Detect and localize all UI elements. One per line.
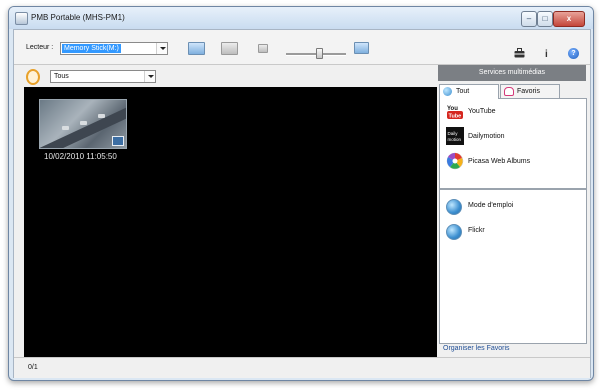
item-count: 0/1 bbox=[28, 364, 38, 371]
zoom-slider-thumb[interactable] bbox=[316, 48, 323, 59]
tab-favoris[interactable]: Favoris bbox=[500, 84, 560, 99]
service-label: YouTube bbox=[468, 108, 496, 115]
maximize-icon: □ bbox=[542, 14, 548, 23]
service-youtube[interactable]: You Tube YouTube bbox=[446, 102, 581, 124]
small-thumbnail-icon[interactable] bbox=[258, 44, 268, 53]
filter-selected-value: Tous bbox=[54, 73, 69, 80]
minimize-icon: – bbox=[526, 14, 532, 23]
service-label: Picasa Web Albums bbox=[468, 158, 531, 165]
svg-text:Tube: Tube bbox=[449, 114, 462, 120]
link-flickr[interactable]: Flickr bbox=[446, 223, 581, 245]
import-icon[interactable] bbox=[188, 42, 205, 55]
thumbnail-date: 10/02/2010 11:05:50 bbox=[44, 152, 117, 161]
status-bar: 0/1 bbox=[14, 357, 590, 378]
globe-icon bbox=[446, 199, 462, 215]
window-title: PMB Portable (MHS-PM1) bbox=[31, 13, 125, 22]
organize-favorites-link[interactable]: Organiser les Favoris bbox=[443, 345, 510, 352]
service-links-list: Mode d'emploi Flickr bbox=[439, 189, 587, 344]
thumbnail-car bbox=[62, 126, 69, 130]
thumbnail-car bbox=[98, 114, 105, 118]
dailymotion-icon: Dailymotion bbox=[446, 127, 464, 145]
media-browser[interactable]: 10/02/2010 11:05:50 bbox=[24, 87, 437, 357]
toolbox-icon[interactable] bbox=[514, 48, 525, 61]
heart-icon bbox=[504, 87, 514, 96]
service-dailymotion[interactable]: Daily motion Dailymotion bbox=[446, 127, 581, 149]
maximize-button[interactable]: □ bbox=[537, 11, 553, 27]
reader-select[interactable]: Memory Stick(M:) bbox=[60, 42, 168, 55]
application-window: PMB Portable (MHS-PM1) – □ x Lecteur : M… bbox=[8, 6, 594, 381]
export-icon[interactable] bbox=[221, 42, 238, 55]
toolbar: Lecteur : Memory Stick(M:) i ? bbox=[14, 30, 590, 65]
close-icon: x bbox=[566, 14, 572, 23]
info-icon[interactable]: i bbox=[545, 49, 548, 60]
youtube-icon: YouTube bbox=[446, 102, 464, 120]
app-icon bbox=[15, 12, 28, 25]
services-header: Services multimédias bbox=[438, 65, 586, 81]
close-button[interactable]: x bbox=[553, 11, 585, 27]
services-panel: Services multimédias Tout Favoris You Tub… bbox=[438, 65, 590, 357]
chevron-down-icon[interactable] bbox=[156, 43, 167, 54]
tab-label: Favoris bbox=[517, 88, 540, 95]
tab-label: Tout bbox=[456, 88, 470, 95]
main-body: Lecteur : Memory Stick(M:) i ? Tous 10/0… bbox=[13, 29, 591, 378]
filter-bar: Tous bbox=[14, 65, 438, 87]
link-label: Flickr bbox=[468, 227, 485, 234]
video-file-icon bbox=[112, 136, 124, 146]
svg-text:motion: motion bbox=[448, 137, 462, 142]
filter-select[interactable]: Tous bbox=[50, 70, 156, 83]
help-icon[interactable]: ? bbox=[568, 48, 579, 59]
service-list: You Tube YouTube Daily motion Dailymotion … bbox=[439, 98, 587, 189]
title-bar[interactable]: PMB Portable (MHS-PM1) – □ x bbox=[9, 7, 593, 29]
link-mode-emploi[interactable]: Mode d'emploi bbox=[446, 198, 581, 220]
globe-icon bbox=[446, 224, 462, 240]
chevron-down-icon[interactable] bbox=[144, 71, 155, 82]
service-picasa[interactable]: Picasa Web Albums bbox=[446, 152, 581, 174]
large-thumbnail-icon[interactable] bbox=[354, 42, 369, 54]
filter-icon bbox=[26, 69, 40, 85]
svg-text:Daily: Daily bbox=[448, 131, 459, 136]
video-thumbnail[interactable] bbox=[39, 99, 127, 149]
minimize-button[interactable]: – bbox=[521, 11, 537, 27]
reader-label: Lecteur : bbox=[26, 44, 54, 51]
reader-selected-value: Memory Stick(M:) bbox=[62, 44, 121, 53]
service-label: Dailymotion bbox=[468, 133, 505, 140]
tab-tout[interactable]: Tout bbox=[439, 84, 499, 99]
thumbnail-car bbox=[80, 121, 87, 125]
link-label: Mode d'emploi bbox=[468, 202, 514, 209]
globe-icon bbox=[443, 87, 452, 96]
picasa-icon bbox=[446, 152, 464, 170]
